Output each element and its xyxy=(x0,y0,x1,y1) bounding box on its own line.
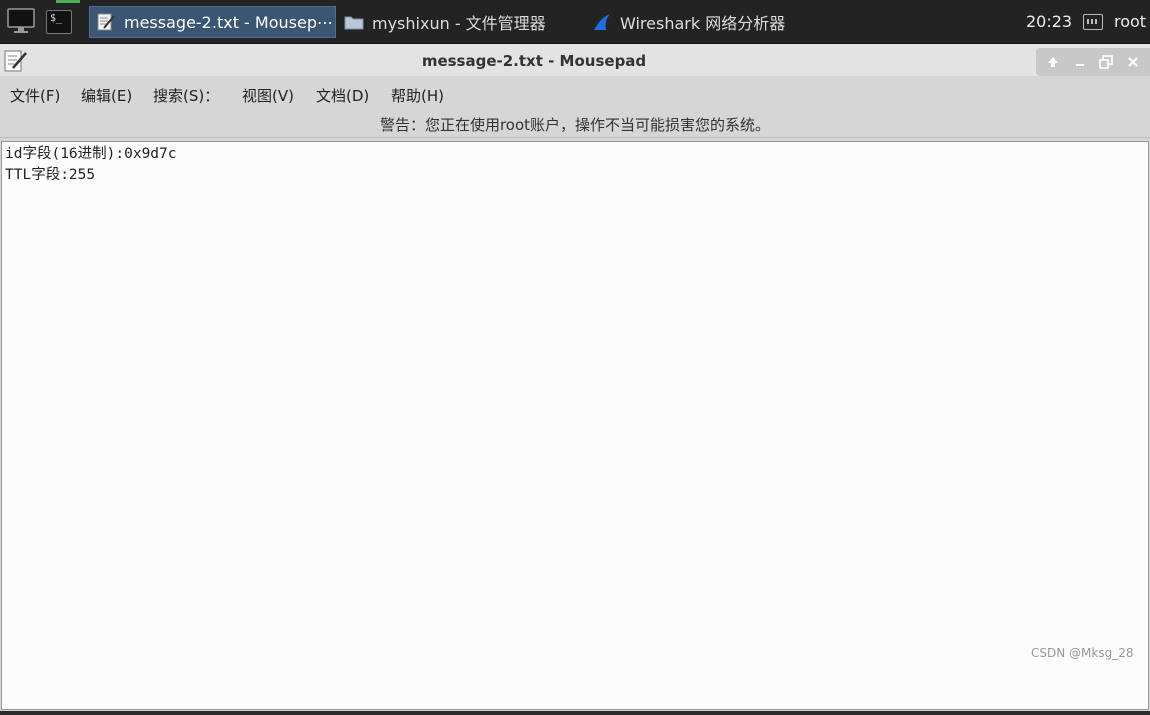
shade-button[interactable] xyxy=(1042,51,1064,73)
menu-help[interactable]: 帮助(H) xyxy=(391,85,444,106)
close-icon xyxy=(1128,57,1138,67)
task-label: Wireshark 网络分析器 xyxy=(620,14,786,33)
menu-file[interactable]: 文件(F) xyxy=(10,85,60,106)
bottom-edge xyxy=(0,711,1150,715)
watermark: CSDN @Mksg_28 xyxy=(1031,646,1134,660)
minimize-icon xyxy=(1075,64,1084,66)
text-editor-icon xyxy=(97,13,115,31)
task-mousepad[interactable]: message-2.txt - Mousep⋯ xyxy=(89,6,336,38)
task-wireshark[interactable]: Wireshark 网络分析器 xyxy=(586,6,836,38)
menu-bar: 文件(F) 编辑(E) 搜索(S)： 视图(V) 文档(D) 帮助(H) xyxy=(0,78,1150,108)
arrow-up-icon xyxy=(1048,57,1059,67)
editor-line: TTL字段:255 xyxy=(5,167,96,183)
root-warning-banner: 警告：您正在使用root账户，操作不当可能损害您的系统。 xyxy=(0,108,1150,138)
menu-view[interactable]: 视图(V) xyxy=(242,85,294,106)
maximize-button[interactable] xyxy=(1095,51,1117,73)
folder-icon xyxy=(344,16,364,30)
wireshark-fin-icon xyxy=(594,14,610,30)
menu-edit[interactable]: 编辑(E) xyxy=(81,85,132,106)
menu-document[interactable]: 文档(D) xyxy=(316,85,369,106)
minimize-button[interactable] xyxy=(1069,51,1091,73)
restore-icon xyxy=(1099,55,1114,69)
user-name[interactable]: root xyxy=(1114,12,1146,31)
show-desktop-icon[interactable] xyxy=(4,6,38,36)
task-file-manager[interactable]: myshixun - 文件管理器 xyxy=(338,6,584,38)
taskbar: $_ message-2.txt - Mousep⋯ myshixun - 文件… xyxy=(0,0,1150,44)
task-label: myshixun - 文件管理器 xyxy=(372,14,546,33)
title-bar[interactable]: message-2.txt - Mousepad xyxy=(0,44,1150,76)
mousepad-window: message-2.txt - Mousepad 文件(F) 编辑(E) 搜索(… xyxy=(0,44,1150,715)
window-title: message-2.txt - Mousepad xyxy=(421,52,647,70)
terminal-launcher-icon[interactable]: $_ xyxy=(46,10,72,34)
close-button[interactable] xyxy=(1122,51,1144,73)
terminal-prompt-glyph: $_ xyxy=(50,13,63,24)
active-workspace-marker xyxy=(56,0,80,3)
task-label: message-2.txt - Mousep⋯ xyxy=(124,12,333,32)
keyboard-layout-icon[interactable] xyxy=(1083,14,1103,30)
window-controls xyxy=(1036,48,1150,76)
menu-search[interactable]: 搜索(S)： xyxy=(153,85,219,106)
clock[interactable]: 20:23 xyxy=(1026,12,1072,31)
editor-line: id字段(16进制):0x9d7c xyxy=(5,146,177,162)
text-editor-area[interactable]: id字段(16进制):0x9d7c TTL字段:255 xyxy=(1,141,1149,710)
